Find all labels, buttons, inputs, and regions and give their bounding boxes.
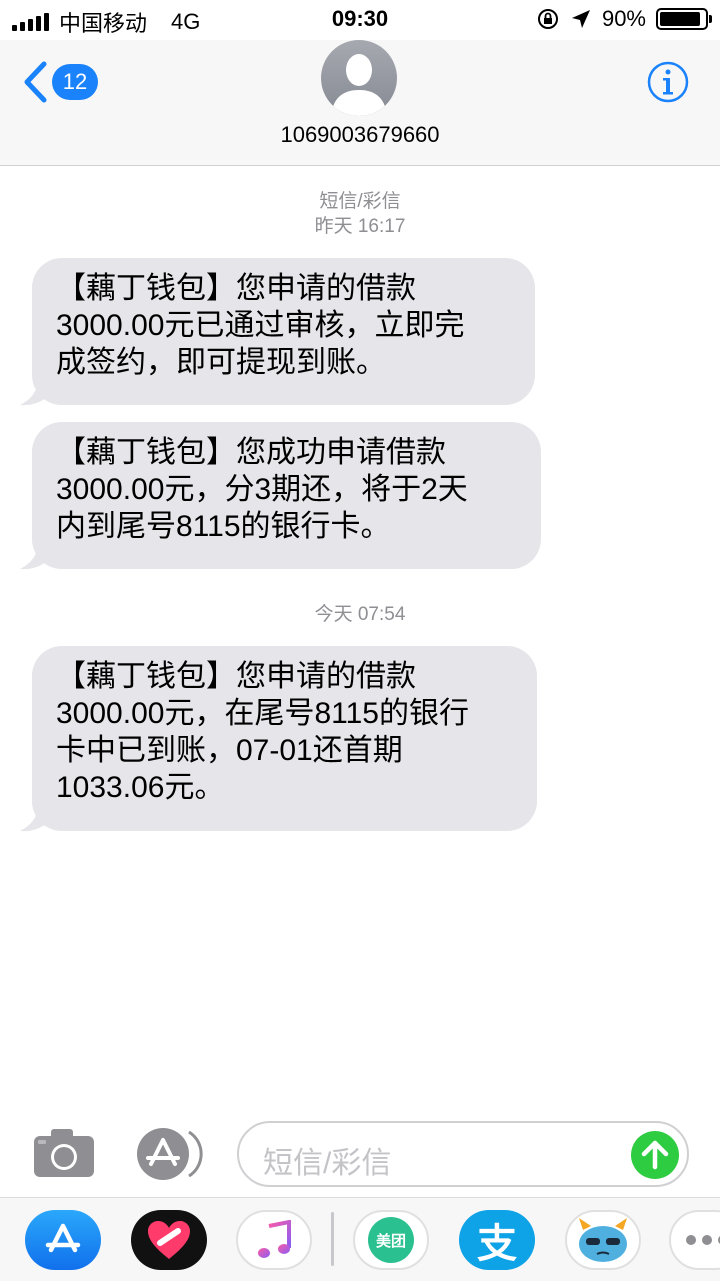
orientation-lock-icon <box>537 9 558 29</box>
monster-glyph <box>579 1218 627 1262</box>
back-button[interactable]: 12 <box>22 60 98 104</box>
alipay-label: 支 <box>477 1222 517 1266</box>
camera-icon[interactable] <box>33 1128 95 1178</box>
input-placeholder: 短信/彩信 <box>263 1147 392 1180</box>
drawer-divider <box>331 1212 334 1266</box>
message-bubble[interactable]: 【藕丁钱包】您申请的借款 3000.00元，在尾号8115的银行 卡中已到账，0… <box>32 646 537 831</box>
message-bubble[interactable]: 【藕丁钱包】您申请的借款 3000.00元已通过审核，立即完 成签约，即可提现到… <box>32 258 535 405</box>
arrow-up-icon <box>641 1140 669 1170</box>
meituan-label: 美团 <box>368 1217 414 1263</box>
music-note-glyph <box>258 1220 291 1258</box>
info-icon[interactable] <box>646 60 690 104</box>
thread-type-label: 短信/彩信 <box>319 191 401 212</box>
meituan-icon[interactable]: 美团 <box>353 1210 429 1270</box>
contact-name[interactable]: 1069003679660 <box>0 122 720 148</box>
app-store-icon[interactable] <box>25 1210 101 1270</box>
conversation-header: 12 1069003679660 <box>0 40 720 166</box>
message-input[interactable]: 短信/彩信 <box>237 1121 689 1187</box>
status-right: 90% <box>536 6 712 32</box>
status-bar: 中国移动 4G 09:30 90% <box>0 0 720 40</box>
unread-badge: 12 <box>52 64 98 100</box>
heart-glyph <box>148 1221 190 1259</box>
health-heart-icon[interactable] <box>131 1210 207 1270</box>
alipay-icon[interactable]: 支 <box>459 1210 535 1270</box>
timestamp: 昨天 16:17 <box>314 216 406 237</box>
battery-icon <box>656 8 712 30</box>
person-icon <box>331 54 387 116</box>
app-drawer: 美团 支 <box>0 1197 720 1281</box>
app-store-glyph <box>45 1223 81 1253</box>
message-bubble[interactable]: 【藕丁钱包】您成功申请借款 3000.00元，分3期还，将于2天 内到尾号811… <box>32 422 541 569</box>
app-store-button[interactable] <box>134 1127 204 1181</box>
music-icon[interactable] <box>236 1210 312 1270</box>
more-icon[interactable] <box>669 1210 720 1270</box>
timestamp: 今天 07:54 <box>314 604 406 625</box>
monster-sticker-icon[interactable] <box>565 1210 641 1270</box>
chevron-left-icon <box>24 61 47 103</box>
more-dots-glyph <box>686 1235 720 1245</box>
battery-percent: 90% <box>601 6 646 31</box>
send-button[interactable] <box>631 1131 679 1179</box>
location-arrow-icon <box>571 10 590 28</box>
avatar[interactable] <box>321 40 397 116</box>
